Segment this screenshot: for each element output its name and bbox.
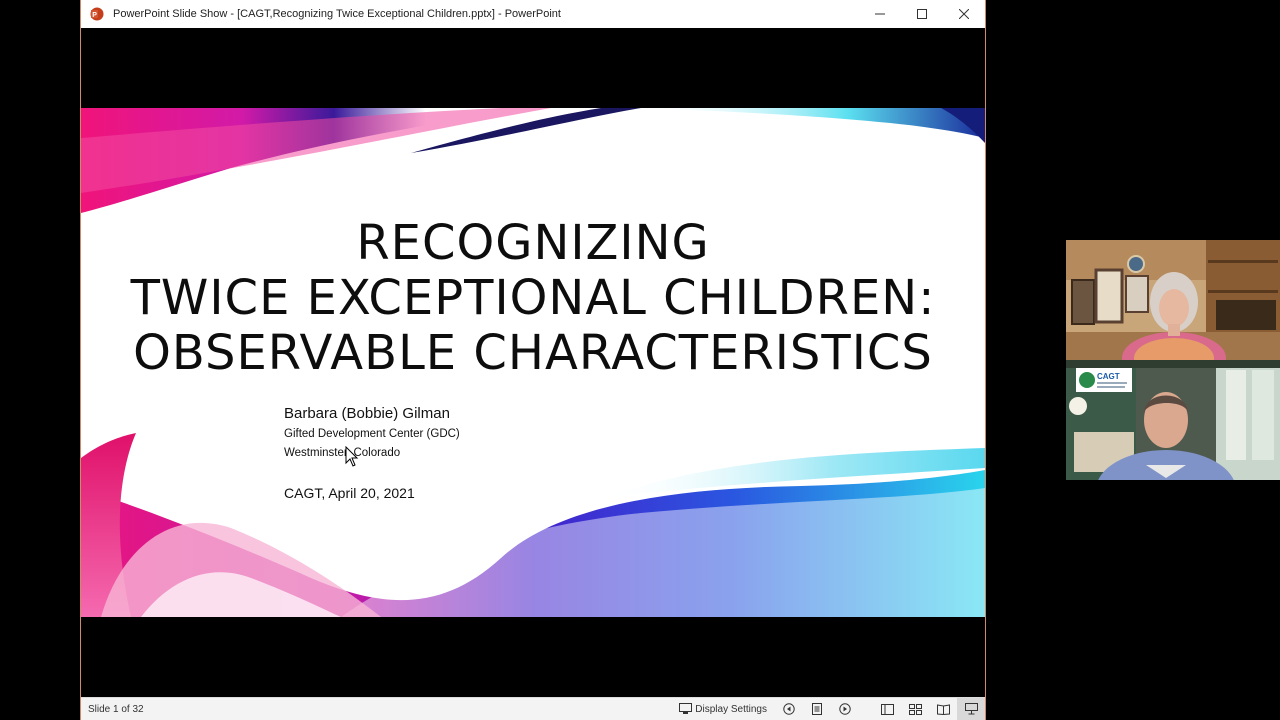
slide-counter: Slide 1 of 32 [88, 703, 144, 715]
video-participant-1[interactable] [1066, 240, 1280, 360]
next-slide-button[interactable] [831, 698, 859, 720]
slideshow-view-icon [964, 703, 978, 715]
svg-text:P: P [92, 12, 97, 19]
previous-slide-button[interactable] [775, 698, 803, 720]
statusbar-spacer [859, 698, 873, 720]
slide-title: RECOGNIZING TWICE EXCEPTIONAL CHILDREN: … [81, 216, 985, 381]
video-participant-2[interactable]: CAGT [1066, 360, 1280, 480]
window-title: PowerPoint Slide Show - [CAGT,Recognizin… [113, 8, 561, 20]
display-settings-label: Display Settings [695, 703, 767, 715]
presenter-name: Barbara (Bobbie) Gilman [284, 405, 450, 422]
maximize-icon [917, 9, 927, 19]
statusbar-controls: Display Settings [679, 698, 985, 720]
reading-view-icon [936, 703, 950, 715]
reading-view-button[interactable] [929, 698, 957, 720]
normal-view-button[interactable] [873, 698, 901, 720]
display-settings-button[interactable]: Display Settings [679, 703, 767, 715]
next-slide-icon [839, 703, 851, 715]
event-date: CAGT, April 20, 2021 [284, 485, 415, 501]
close-button[interactable] [943, 0, 985, 28]
minimize-button[interactable] [859, 0, 901, 28]
window-titlebar: P PowerPoint Slide Show - [CAGT,Recogniz… [81, 0, 985, 28]
slide-list-icon [812, 703, 822, 715]
mouse-pointer-icon [345, 446, 359, 467]
powerpoint-window: P PowerPoint Slide Show - [CAGT,Recogniz… [80, 0, 986, 720]
participant-1-video-feed [1066, 240, 1280, 360]
slide-canvas[interactable]: RECOGNIZING TWICE EXCEPTIONAL CHILDREN: … [81, 108, 985, 617]
monitor-icon [679, 703, 693, 714]
maximize-button[interactable] [901, 0, 943, 28]
close-icon [959, 9, 969, 19]
minimize-icon [875, 13, 885, 15]
participant-2-video-feed: CAGT [1066, 360, 1280, 480]
slide-sorter-icon [908, 703, 922, 715]
previous-slide-icon [783, 703, 795, 715]
cagt-logo-text: CAGT [1097, 372, 1120, 381]
powerpoint-icon: P [90, 7, 104, 21]
slideshow-view-button[interactable] [957, 698, 985, 720]
slide-title-line-3: OBSERVABLE CHARACTERISTICS [133, 325, 933, 381]
presenter-location: Westminster, Colorado [284, 447, 401, 459]
slide-title-line-2: TWICE EXCEPTIONAL CHILDREN: [130, 270, 936, 326]
normal-view-icon [880, 703, 894, 715]
slide-title-line-1: RECOGNIZING [356, 215, 710, 271]
slide-sorter-button[interactable] [901, 698, 929, 720]
slideshow-statusbar: Slide 1 of 32 Display Settings [81, 697, 985, 720]
presenter-organization: Gifted Development Center (GDC) [284, 428, 460, 440]
slide-list-button[interactable] [803, 698, 831, 720]
